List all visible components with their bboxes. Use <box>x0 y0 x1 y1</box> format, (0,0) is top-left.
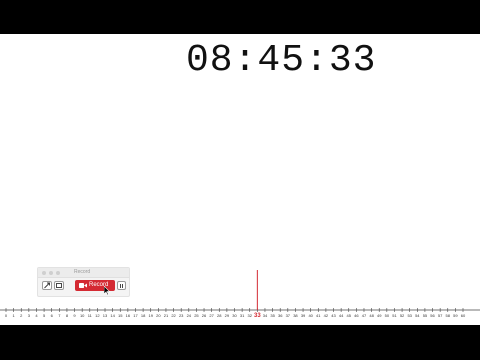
timeline-tick-label: 0 <box>5 313 8 318</box>
timeline-tick-label: 18 <box>141 313 146 318</box>
timeline-tick-label: 43 <box>331 313 336 318</box>
timeline-tick-label: 46 <box>354 313 359 318</box>
timeline-tick-label: 8 <box>66 313 69 318</box>
timeline-tick-label: 44 <box>339 313 344 318</box>
timeline-tick-label: 40 <box>308 313 313 318</box>
timeline-tick-label: 25 <box>194 313 199 318</box>
timeline-tick-label: 29 <box>225 313 230 318</box>
timeline-tick-label: 48 <box>369 313 374 318</box>
timeline-tick-label: 32 <box>248 313 253 318</box>
timeline-tick-label: 36 <box>278 313 283 318</box>
timeline-tick-label: 47 <box>362 313 367 318</box>
timeline-tick-label: 2 <box>20 313 23 318</box>
timeline-ruler[interactable]: 0 1 2 3 4 5 6 7 8 9 10 11 12 13 14 15 16 17 18 19 20 21 22 23 24… <box>0 270 480 325</box>
timeline-tick-label: 13 <box>103 313 108 318</box>
timeline-tick-label: 4 <box>35 313 38 318</box>
timeline-tick-label: 9 <box>73 313 76 318</box>
timeline-tick-label: 49 <box>377 313 382 318</box>
clock-time: 08:45:33 <box>186 39 377 82</box>
timeline-tick-label: 31 <box>240 313 245 318</box>
timeline-tick-label: 42 <box>324 313 329 318</box>
timeline-tick-label: 24 <box>187 313 192 318</box>
timeline-tick-label: 51 <box>392 313 397 318</box>
letterbox-top <box>0 0 480 34</box>
timeline-tick-label: 1 <box>12 313 15 318</box>
timeline-tick-label: 59 <box>453 313 458 318</box>
timeline-tick-label: 19 <box>148 313 153 318</box>
timeline-tick-label: 41 <box>316 313 321 318</box>
timeline-tick-label: 58 <box>446 313 451 318</box>
timeline-tick-label: 11 <box>88 313 93 318</box>
timeline-tick-label: 38 <box>293 313 298 318</box>
timeline-tick-label: 17 <box>133 313 138 318</box>
timeline-tick-label: 34 <box>263 313 268 318</box>
timeline-tick-label: 21 <box>164 313 169 318</box>
timeline-tick-label: 56 <box>430 313 435 318</box>
timeline-tick-label: 6 <box>51 313 54 318</box>
timeline-tick-label: 28 <box>217 313 222 318</box>
timeline-tick-label: 57 <box>438 313 443 318</box>
timeline-tick-label: 23 <box>179 313 184 318</box>
timeline-tick-label: 15 <box>118 313 123 318</box>
timeline-tick-label: 53 <box>407 313 412 318</box>
timeline-tick-label: 22 <box>171 313 176 318</box>
timeline-tick-label: 60 <box>461 313 466 318</box>
timeline-tick-label: 12 <box>95 313 100 318</box>
timeline-tick-label: 16 <box>126 313 131 318</box>
timeline-tick-label: 30 <box>232 313 237 318</box>
timeline-tick-label: 50 <box>385 313 390 318</box>
screen-content: 08:45:33 Record Record 0 1 2 3 4 5 6 7 8… <box>0 34 480 325</box>
timeline-current-label: 33 <box>254 313 261 319</box>
timeline-tick-label: 26 <box>202 313 207 318</box>
timeline-tick-label: 7 <box>58 313 61 318</box>
timeline-tick-label: 52 <box>400 313 405 318</box>
timeline-tick-label: 14 <box>110 313 115 318</box>
timeline-tick-label: 55 <box>423 313 428 318</box>
timeline-tick-label: 10 <box>80 313 85 318</box>
timeline-tick-label: 39 <box>301 313 306 318</box>
timeline-tick-label: 35 <box>270 313 275 318</box>
timeline-tick-label: 27 <box>209 313 214 318</box>
timeline-tick-label: 3 <box>28 313 31 318</box>
timeline-tick-label: 37 <box>286 313 291 318</box>
timeline-tick-label: 5 <box>43 313 46 318</box>
timeline-tick-label: 54 <box>415 313 420 318</box>
timeline-tick-label: 45 <box>347 313 352 318</box>
timeline-tick-label: 20 <box>156 313 161 318</box>
letterbox-bottom <box>0 325 480 360</box>
